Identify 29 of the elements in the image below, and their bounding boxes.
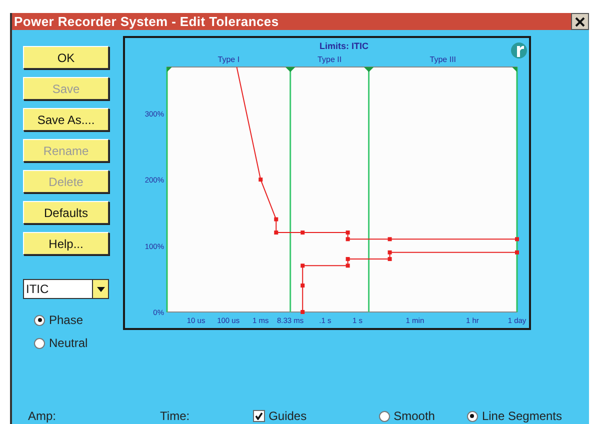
radio-label: Line Segments [482,409,562,423]
region-label: Type III [430,55,456,64]
radio-button[interactable] [34,314,45,326]
radio-button[interactable] [34,338,45,348]
amp-label: Amp: [28,409,56,423]
radio-button[interactable] [378,410,390,422]
chart-title: Limits: ITIC [320,41,368,51]
button[interactable]: Save As.... [23,108,109,131]
region-label: Type II [318,55,342,64]
radio-label: Neutral [49,336,88,350]
corner-marker-icon [167,67,172,72]
radio-button[interactable] [466,410,478,422]
button[interactable]: Help... [23,232,109,255]
caret-icon [96,286,104,292]
close-button[interactable] [571,13,589,30]
button[interactable]: OK [23,46,109,69]
close-icon [575,16,585,26]
logo-icon [511,42,527,59]
guide-line[interactable] [364,67,374,312]
button[interactable]: Defaults [23,201,109,224]
guides-label: Guides [268,409,307,423]
time-label: Time: [160,409,190,423]
region-label: Type I [218,55,240,64]
corner-marker-icon [512,67,517,72]
radio-label: Smooth [394,409,435,423]
guides-checkbox[interactable] [252,410,265,422]
radio-label: Phase [49,313,84,327]
dropdown[interactable]: ITIC [23,279,109,299]
window-title: Power Recorder System - Edit Tolerances [14,14,279,29]
